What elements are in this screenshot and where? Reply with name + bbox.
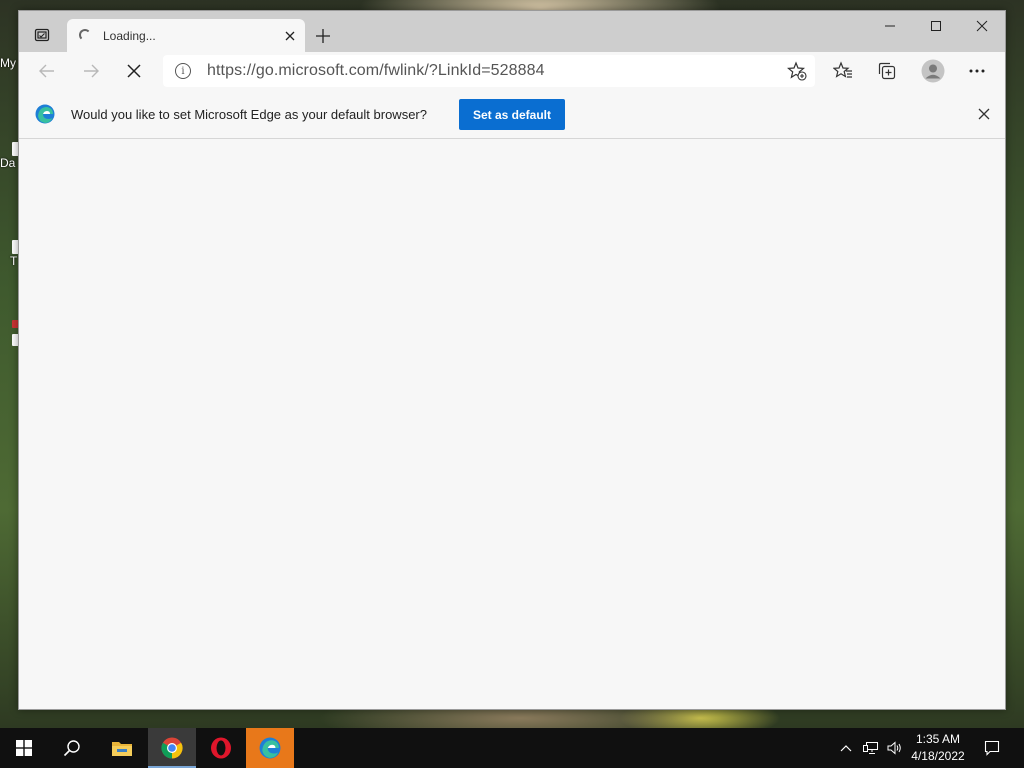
stop-loading-button[interactable] xyxy=(118,55,150,87)
volume-button[interactable] xyxy=(884,728,906,768)
default-browser-infobar: Would you like to set Microsoft Edge as … xyxy=(19,90,1005,139)
edge-logo-icon xyxy=(35,104,55,124)
infobar-close-button[interactable] xyxy=(973,103,995,125)
taskbar-app-file-explorer[interactable] xyxy=(98,728,146,768)
network-icon xyxy=(863,742,878,754)
taskbar: 1:35 AM 4/18/2022 xyxy=(0,728,1024,768)
back-button[interactable] xyxy=(31,55,63,87)
desktop-icon-unnamed[interactable] xyxy=(0,320,18,346)
info-icon[interactable]: i xyxy=(175,63,191,79)
title-bar: Loading... xyxy=(19,11,1005,52)
collections-button[interactable] xyxy=(871,55,903,87)
action-center-button[interactable] xyxy=(978,728,1006,768)
maximize-icon xyxy=(931,21,941,31)
tab-title: Loading... xyxy=(103,29,156,43)
edge-icon xyxy=(259,737,281,759)
window-close-button[interactable] xyxy=(959,11,1005,41)
tab-actions-icon xyxy=(34,28,50,42)
taskbar-app-edge[interactable] xyxy=(246,728,294,768)
page-content-area[interactable] xyxy=(19,140,1005,709)
plus-icon xyxy=(316,29,330,43)
favorites-list-icon xyxy=(833,61,852,78)
start-button[interactable] xyxy=(0,728,48,768)
close-icon xyxy=(976,20,988,32)
profile-button[interactable] xyxy=(917,55,949,87)
minimize-icon xyxy=(885,25,895,27)
minimize-button[interactable] xyxy=(867,11,913,41)
chevron-up-icon xyxy=(840,745,852,752)
desktop-icon-label: My xyxy=(0,56,16,70)
desktop-icon-my[interactable]: My xyxy=(0,56,18,70)
arrow-left-icon xyxy=(39,64,54,78)
new-tab-button[interactable] xyxy=(309,23,337,49)
volume-icon xyxy=(887,741,901,755)
set-as-default-button[interactable]: Set as default xyxy=(459,99,565,130)
edge-browser-window: Loading... i https://go.microsoft.com/fw… xyxy=(18,10,1006,710)
show-hidden-icons-button[interactable] xyxy=(836,728,856,768)
desktop-icon-da[interactable]: Da xyxy=(0,142,18,170)
file-explorer-icon xyxy=(112,742,132,756)
loading-spinner-icon xyxy=(79,29,91,41)
collections-icon xyxy=(878,62,896,80)
windows-logo-icon xyxy=(16,740,32,756)
tab-actions-button[interactable] xyxy=(25,20,59,50)
url-text[interactable]: https://go.microsoft.com/fwlink/?LinkId=… xyxy=(207,62,545,80)
forward-button[interactable] xyxy=(75,55,107,87)
infobar-message: Would you like to set Microsoft Edge as … xyxy=(71,107,427,122)
close-icon xyxy=(127,64,141,78)
notification-icon xyxy=(984,740,1000,756)
close-icon xyxy=(978,108,990,120)
arrow-right-icon xyxy=(84,64,99,78)
settings-and-more-button[interactable] xyxy=(961,55,993,87)
taskbar-app-opera[interactable] xyxy=(197,728,245,768)
desktop-icon-t[interactable]: T xyxy=(0,240,18,268)
chrome-icon xyxy=(161,737,183,759)
taskbar-app-chrome[interactable] xyxy=(148,728,196,768)
address-bar[interactable]: i https://go.microsoft.com/fwlink/?LinkI… xyxy=(163,55,815,87)
search-icon xyxy=(63,740,80,757)
opera-icon xyxy=(211,737,231,759)
network-button[interactable] xyxy=(860,728,882,768)
clock-date: 4/18/2022 xyxy=(911,749,965,763)
browser-toolbar: i https://go.microsoft.com/fwlink/?LinkI… xyxy=(19,52,1005,90)
desktop-icon-label: T xyxy=(10,254,18,268)
add-to-favorites-button[interactable] xyxy=(785,59,809,83)
search-button[interactable] xyxy=(48,728,96,768)
more-dots-icon xyxy=(969,69,985,73)
tab-close-button[interactable] xyxy=(279,25,301,47)
avatar-icon xyxy=(921,59,945,83)
close-icon xyxy=(285,31,295,41)
taskbar-clock[interactable]: 1:35 AM 4/18/2022 xyxy=(906,731,970,765)
maximize-button[interactable] xyxy=(913,11,959,41)
clock-time: 1:35 AM xyxy=(915,732,961,746)
desktop-icon-label: Da xyxy=(0,156,16,170)
browser-tab[interactable]: Loading... xyxy=(67,19,305,52)
star-add-icon xyxy=(787,61,807,81)
favorites-button[interactable] xyxy=(827,55,859,87)
